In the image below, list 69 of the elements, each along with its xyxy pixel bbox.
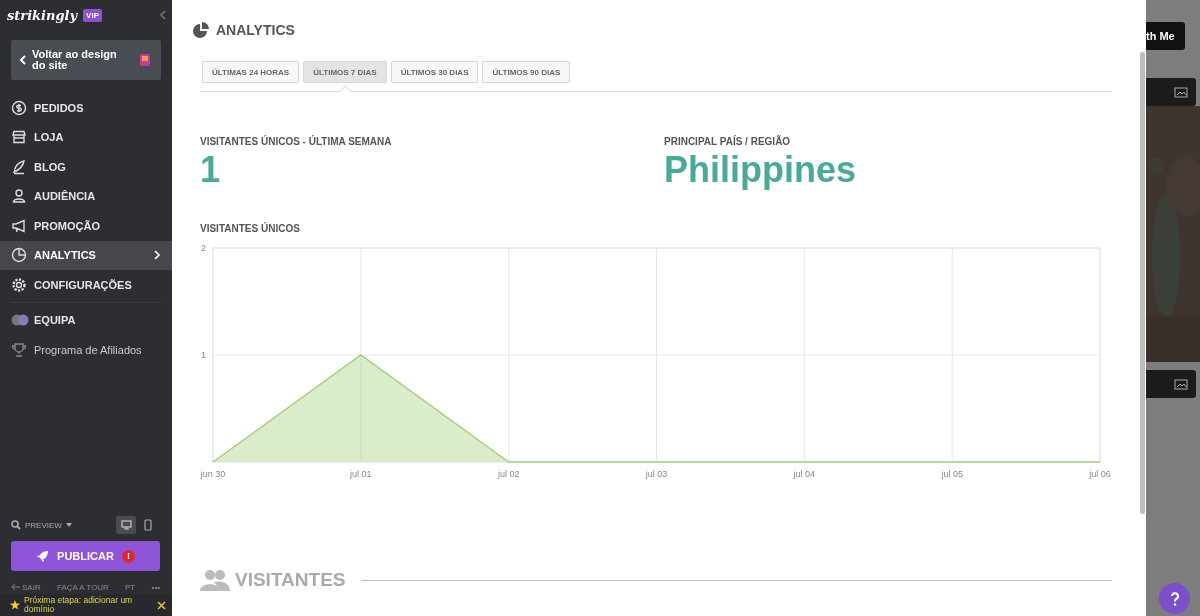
range-tab[interactable]: ÚLTIMOS 90 DIAS [482,61,571,83]
image-icon[interactable] [1174,378,1188,390]
x-tick-label: jul 06 [1089,469,1111,479]
nav-item[interactable]: EQUIPA [0,305,172,335]
section-title: VISITANTES [235,569,346,591]
nav-item[interactable]: PROMOÇÃO [0,211,172,241]
x-tick-label: jul 02 [497,469,520,479]
chevron-right-icon [154,250,160,261]
stat-label: PRINCIPAL PAÍS / REGIÃO [664,136,792,147]
star-icon [10,600,20,610]
users-icon [200,569,230,591]
footer-link[interactable]: PT [125,582,136,592]
publish-button[interactable]: PUBLICAR ! [11,541,160,571]
collapse-icon[interactable] [160,10,166,20]
logo: strikingly [7,7,78,23]
chart-title: VISITANTES ÚNICOS [200,223,301,234]
nav-item[interactable]: LOJA [0,122,172,152]
close-icon[interactable] [157,600,166,610]
stat-value: 1 [200,149,222,191]
settings-icon [11,276,27,293]
nav-item[interactable]: ANALYTICS [0,240,172,270]
chevron-left-icon [19,55,26,65]
help-button[interactable] [1159,583,1190,614]
stat-label: VISITANTES ÚNICOS - ÚLTIMA SEMANA [200,136,393,147]
stat-value: Philippines [664,149,858,191]
caret-icon [65,523,72,527]
x-tick-label: jul 04 [793,469,816,479]
x-tick-label: jun 30 [200,469,226,479]
nav-item[interactable]: Programa de Afiliados [0,335,172,365]
y-tick-label: 1 [201,350,206,360]
x-tick-label: jul 03 [645,469,668,479]
page-title: ANALYTICS [216,22,295,38]
image-icon[interactable] [1174,86,1188,98]
desktop-toggle[interactable] [116,516,136,534]
nav-item[interactable]: CONFIGURAÇÕES [0,270,172,300]
footer-link[interactable]: FAÇA A TOUR [57,582,109,592]
site-button[interactable]: th Me [1146,22,1185,50]
x-tick-label: jul 01 [350,469,372,479]
next-step-banner[interactable]: Próxima etapa: adicionar um domínio [0,594,172,616]
footer-link[interactable]: SAIR [11,582,41,592]
document-icon [139,53,151,67]
dollar-icon [11,99,27,116]
range-tab[interactable]: ÚLTIMOS 30 DIAS [390,61,479,83]
range-tab[interactable]: ÚLTIMAS 24 HORAS [202,61,300,83]
quill-icon [11,158,27,175]
store-icon [11,129,27,146]
trophy-icon [11,342,27,357]
x-tick-label: jul 05 [941,469,963,479]
back-button[interactable]: Voltar ao design do site [11,40,161,80]
nav-item[interactable]: AUDIÊNCIA [0,181,172,211]
monitor-icon [120,520,132,530]
preview-dropdown[interactable]: PREVIEW [11,520,72,530]
pie-chart-icon [11,247,27,264]
arrow-left-icon [11,583,20,591]
scrollbar[interactable] [1140,52,1145,514]
question-mark-icon [1169,591,1180,606]
user-icon [11,188,27,205]
phone-icon [144,519,152,531]
search-icon [11,520,21,530]
vip-badge: VIP [83,8,102,22]
pie-chart-icon [193,22,209,38]
footer-link[interactable]: ••• [151,582,160,592]
rocket-icon [36,549,50,563]
y-tick-label: 2 [201,243,206,253]
nav-item[interactable]: BLOG [0,152,172,182]
nav-item[interactable]: PEDIDOS [0,93,172,123]
team-icon [11,314,29,327]
megaphone-icon [11,217,27,234]
alert-badge: ! [121,549,135,563]
